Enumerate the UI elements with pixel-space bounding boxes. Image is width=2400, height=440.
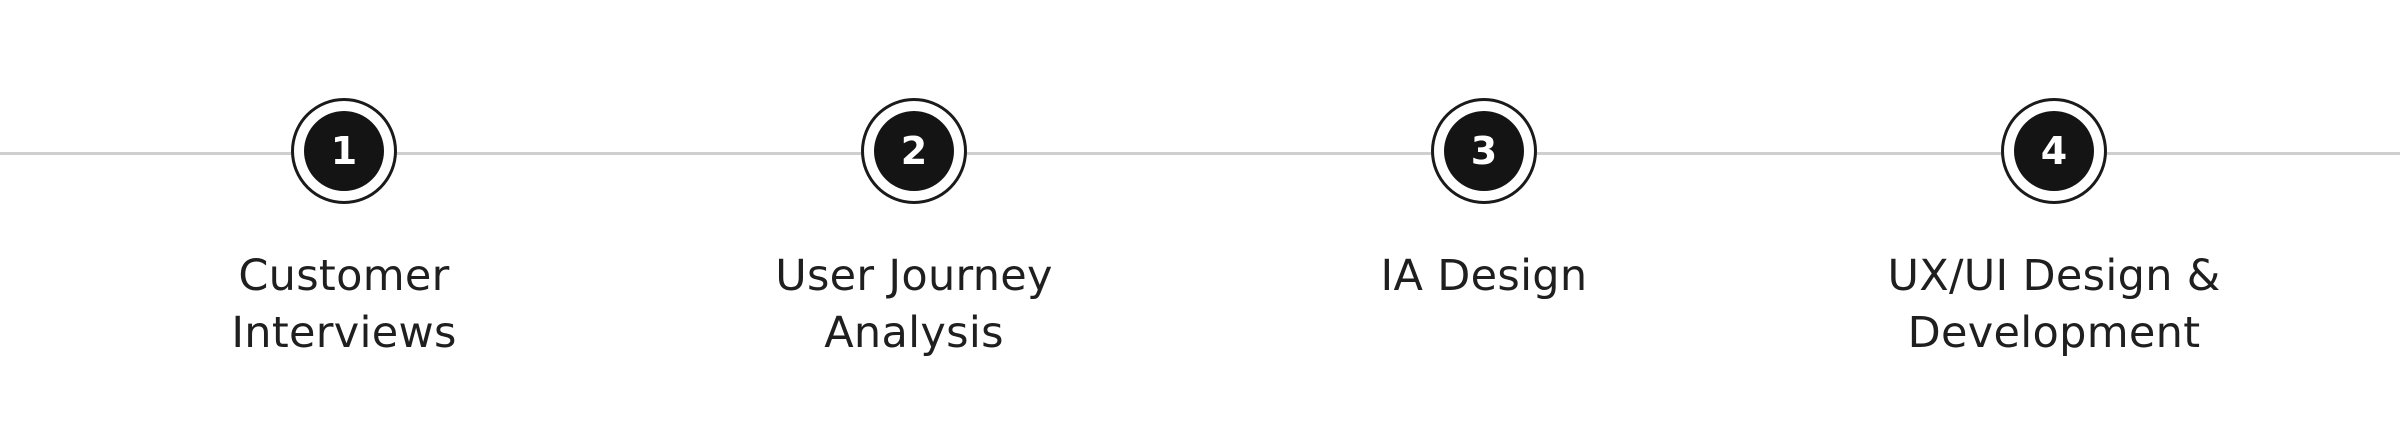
step-marker: 3	[1431, 98, 1537, 204]
step-label: User Journey Analysis	[775, 248, 1053, 362]
step-number: 1	[304, 111, 384, 191]
step-label: UX/UI Design & Development	[1887, 248, 2220, 362]
step-number: 3	[1444, 111, 1524, 191]
step-number: 4	[2014, 111, 2094, 191]
step-1: 1 Customer Interviews	[144, 98, 544, 362]
step-marker: 2	[861, 98, 967, 204]
step-label-line: Analysis	[824, 308, 1004, 358]
step-label: IA Design	[1381, 248, 1588, 305]
step-marker: 1	[291, 98, 397, 204]
step-label-line: Interviews	[231, 308, 457, 358]
step-number: 2	[874, 111, 954, 191]
step-2: 2 User Journey Analysis	[714, 98, 1114, 362]
step-3: 3 IA Design	[1284, 98, 1684, 305]
step-label-line: IA Design	[1380, 251, 1588, 301]
step-label-line: User Journey	[775, 251, 1053, 301]
step-label-line: Development	[1907, 308, 2201, 358]
step-label-line: UX/UI Design &	[1887, 251, 2221, 301]
step-4: 4 UX/UI Design & Development	[1854, 98, 2254, 362]
step-marker: 4	[2001, 98, 2107, 204]
step-label: Customer Interviews	[231, 248, 456, 362]
step-label-line: Customer	[238, 251, 450, 301]
